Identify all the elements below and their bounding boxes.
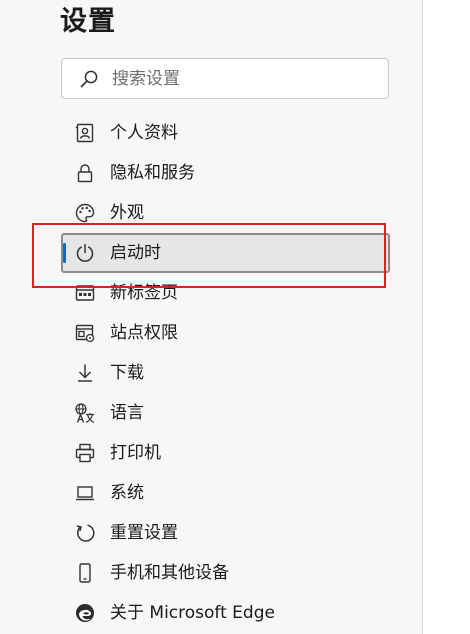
sidebar-item-label: 个人资料 bbox=[110, 123, 178, 143]
search-icon bbox=[80, 70, 98, 88]
reset-icon bbox=[74, 522, 96, 544]
sidebar-item-label: 打印机 bbox=[110, 443, 161, 463]
language-icon bbox=[74, 402, 96, 424]
sidebar-item-label: 站点权限 bbox=[110, 323, 178, 343]
highlight-annotation bbox=[32, 223, 386, 288]
phone-icon bbox=[74, 562, 96, 584]
sidebar-item-phone-and-devices[interactable]: 手机和其他设备 bbox=[61, 553, 390, 593]
lock-icon bbox=[74, 162, 96, 184]
sidebar-item-label: 手机和其他设备 bbox=[110, 563, 229, 583]
sidebar-item-about-edge[interactable]: 关于 Microsoft Edge bbox=[61, 593, 390, 633]
sidebar-item-printers[interactable]: 打印机 bbox=[61, 433, 390, 473]
sidebar-item-privacy[interactable]: 隐私和服务 bbox=[61, 153, 390, 193]
sidebar-item-system[interactable]: 系统 bbox=[61, 473, 390, 513]
search-box[interactable] bbox=[61, 58, 389, 99]
sidebar-item-label: 语言 bbox=[110, 403, 144, 423]
download-icon bbox=[74, 362, 96, 384]
sidebar-item-label: 关于 Microsoft Edge bbox=[110, 603, 275, 623]
profile-icon bbox=[74, 122, 96, 144]
pane-divider bbox=[422, 0, 423, 634]
page-title: 设置 bbox=[60, 6, 116, 37]
palette-icon bbox=[74, 202, 96, 224]
content-pane bbox=[423, 0, 470, 634]
sidebar-item-label: 系统 bbox=[110, 483, 144, 503]
site-permissions-icon bbox=[74, 322, 96, 344]
sidebar-item-downloads[interactable]: 下载 bbox=[61, 353, 390, 393]
search-input[interactable] bbox=[112, 59, 377, 98]
sidebar-item-label: 重置设置 bbox=[110, 523, 178, 543]
sidebar-item-profile[interactable]: 个人资料 bbox=[61, 113, 390, 153]
edge-icon bbox=[74, 602, 96, 624]
sidebar-item-label: 隐私和服务 bbox=[110, 163, 195, 183]
sidebar-item-label: 下载 bbox=[110, 363, 144, 383]
settings-nav: 个人资料 隐私和服务 外观 启动时 新标签页 站点权限 下载 语言 打印机 系统… bbox=[61, 113, 390, 633]
system-icon bbox=[74, 482, 96, 504]
sidebar-item-site-permissions[interactable]: 站点权限 bbox=[61, 313, 390, 353]
sidebar-item-languages[interactable]: 语言 bbox=[61, 393, 390, 433]
sidebar-item-reset-settings[interactable]: 重置设置 bbox=[61, 513, 390, 553]
printer-icon bbox=[74, 442, 96, 464]
